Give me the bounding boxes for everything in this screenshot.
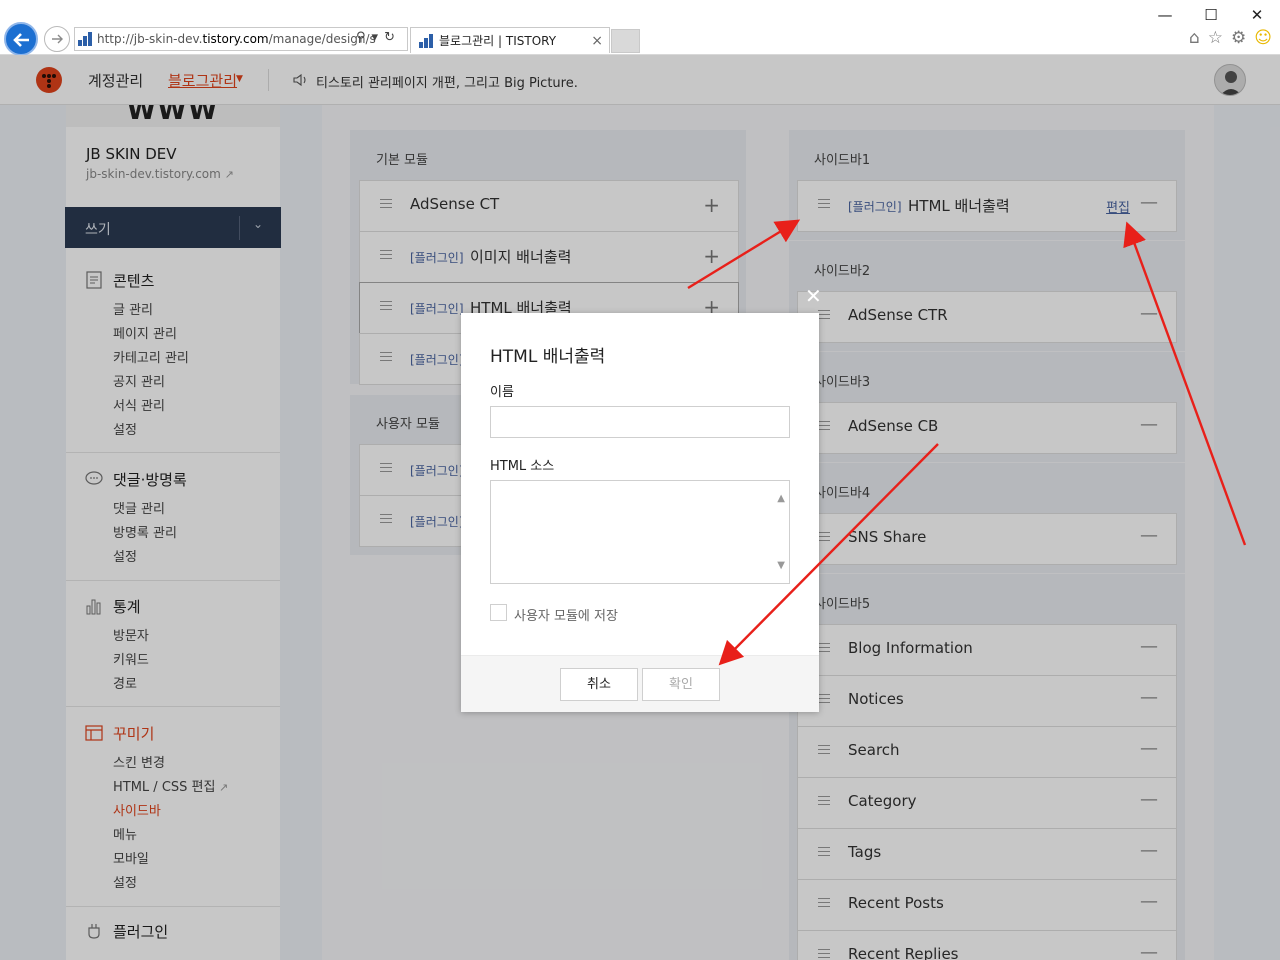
smiley-icon[interactable]: ☺: [1254, 28, 1272, 48]
dialog-footer: 취소 확인: [461, 655, 819, 712]
back-arrow-icon: [13, 33, 29, 47]
maximize-button[interactable]: ☐: [1188, 0, 1234, 30]
close-window-button[interactable]: ✕: [1234, 0, 1280, 30]
browser-tab[interactable]: 블로그관리 | TISTORY ×: [410, 27, 610, 53]
tab-title: 블로그관리 | TISTORY: [439, 34, 557, 48]
scroll-down-icon[interactable]: ▼: [777, 560, 785, 571]
home-icon[interactable]: ⌂: [1189, 28, 1200, 48]
tab-favicon: [419, 34, 433, 48]
save-user-module-label[interactable]: 사용자 모듈에 저장: [514, 605, 618, 624]
dropdown-icon[interactable]: ▾: [372, 30, 379, 45]
back-button[interactable]: [4, 22, 38, 56]
tistory-favicon: [78, 32, 92, 46]
close-icon[interactable]: ✕: [805, 284, 822, 308]
star-icon[interactable]: ☆: [1208, 28, 1223, 48]
url-domain: tistory.com: [202, 32, 269, 46]
url-prefix: http://jb-skin-dev.: [97, 32, 203, 46]
cancel-button[interactable]: 취소: [560, 668, 638, 701]
forward-button[interactable]: [44, 26, 70, 52]
save-user-module-checkbox[interactable]: [490, 604, 507, 621]
new-tab-button[interactable]: [611, 29, 640, 53]
forward-arrow-icon: [52, 34, 63, 44]
browser-chrome: http://jb-skin-dev.tistory.com/manage/de…: [0, 0, 1280, 56]
gear-icon[interactable]: ⚙: [1231, 28, 1246, 48]
html-source-textarea[interactable]: ▲ ▼: [490, 480, 790, 584]
search-icon[interactable]: ⚲: [356, 30, 366, 45]
name-label: 이름: [490, 385, 514, 400]
source-label: HTML 소스: [490, 459, 555, 474]
name-input[interactable]: [490, 406, 790, 438]
confirm-button[interactable]: 확인: [642, 668, 720, 701]
scroll-up-icon[interactable]: ▲: [777, 493, 785, 504]
refresh-icon[interactable]: ↻: [384, 30, 395, 45]
minimize-button[interactable]: —: [1142, 0, 1188, 30]
html-banner-dialog: HTML 배너출력 이름 HTML 소스 ▲ ▼ 사용자 모듈에 저장 취소 확…: [461, 313, 819, 712]
dialog-title: HTML 배너출력: [490, 347, 606, 367]
tab-close-icon[interactable]: ×: [591, 28, 603, 54]
